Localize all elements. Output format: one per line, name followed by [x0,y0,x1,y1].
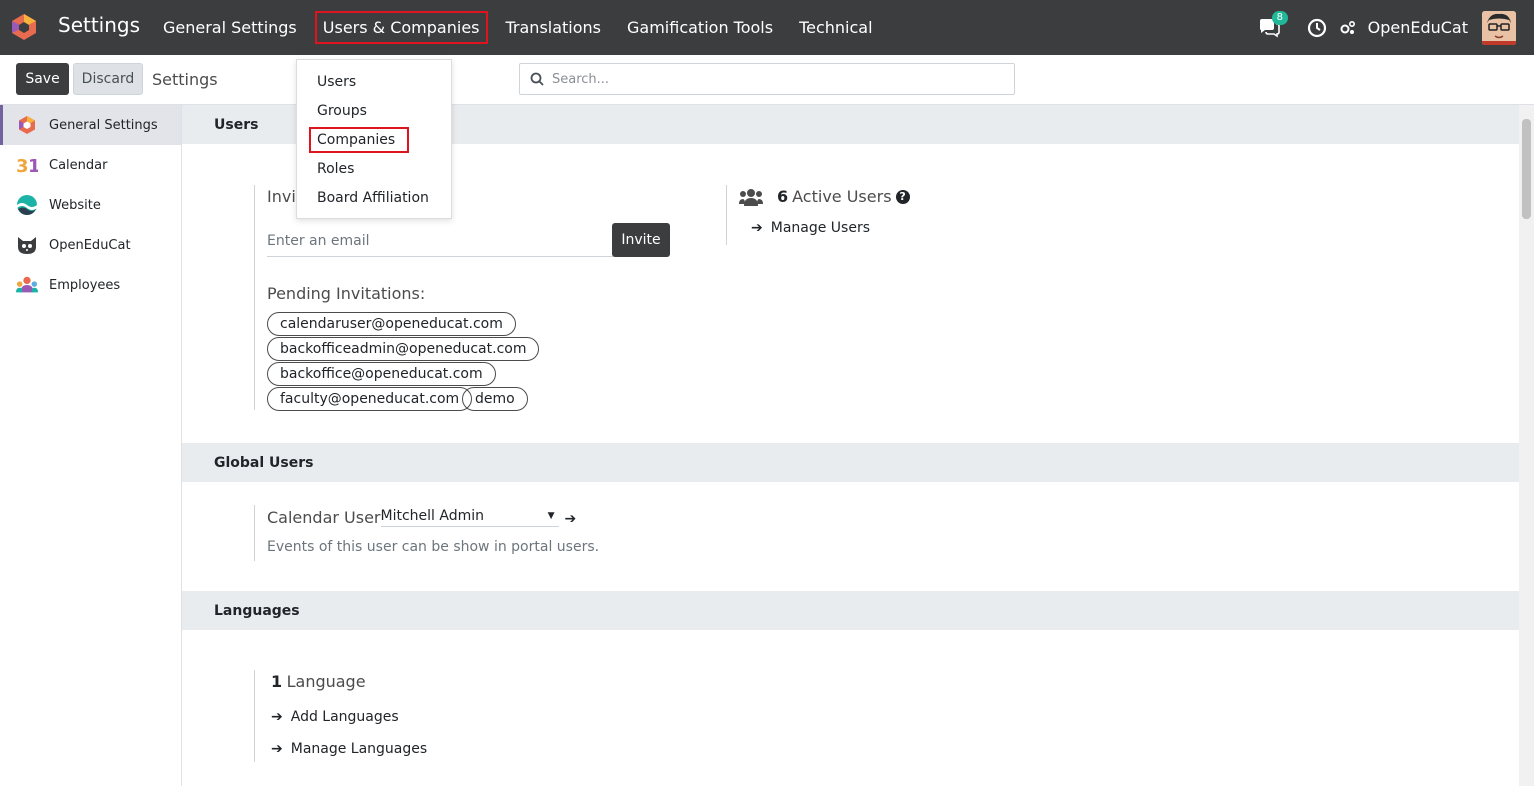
calendar-user-description: Events of this user can be show in porta… [267,539,600,555]
add-languages-label: Add Languages [290,709,399,725]
main-menu: General Settings Users & Companies Trans… [150,0,886,55]
invite-button[interactable]: Invite [612,223,670,257]
sidebar-item-website[interactable]: Website [0,185,181,225]
users-group-icon [739,188,763,206]
pending-invitation-pill[interactable]: calendaruser@openeducat.com [267,312,516,336]
pending-invitation-pill[interactable]: demo [462,387,528,411]
manage-users-label: Manage Users [770,220,870,236]
caret-down-icon: ▼ [547,511,555,521]
email-field[interactable]: Enter an email [267,233,613,257]
user-avatar[interactable] [1482,10,1516,45]
menu-users-companies[interactable]: Users & Companies [314,11,488,44]
pending-invitations-title: Pending Invitations: [267,284,426,303]
search-placeholder: Search... [552,71,610,87]
content-scrollbar[interactable] [1519,105,1534,786]
calendar-icon: 31 [16,154,38,176]
calendar-user-label: Calendar User [267,508,381,527]
manage-users-link[interactable]: ➔ Manage Users [751,220,870,236]
arrow-right-icon: ➔ [271,709,283,725]
languages-box: 1 Language ➔ Add Languages ➔ Manage Lang… [254,670,554,762]
sidebar-item-label: Website [49,197,101,213]
arrow-right-icon: ➔ [271,741,283,757]
active-users-label: Active Users [792,187,892,206]
arrow-right-icon: ➔ [751,220,763,236]
employees-icon [16,274,38,296]
company-switch-icon[interactable] [1340,17,1356,39]
sidebar-item-label: OpenEduCat [49,237,131,253]
language-count: 1 [271,672,283,691]
users-companies-dropdown: Users Groups Companies Roles Board Affil… [296,59,452,219]
manage-languages-label: Manage Languages [290,741,428,757]
dropdown-item-groups[interactable]: Groups [297,96,451,125]
menu-technical[interactable]: Technical [791,11,880,44]
add-languages-link[interactable]: ➔ Add Languages [271,709,399,725]
chat-count-badge: 8 [1271,10,1288,25]
dropdown-item-label: Companies [309,126,410,153]
help-icon[interactable]: ? [895,189,910,204]
pending-invitation-pill[interactable]: faculty@openeducat.com [267,387,473,411]
openeducat-icon [16,234,38,256]
external-link-arrow-icon[interactable]: ➔ [565,511,577,527]
sidebar-item-employees[interactable]: Employees [0,265,181,305]
menu-translations[interactable]: Translations [498,11,610,44]
general-settings-icon [16,114,38,136]
control-panel: Save Discard Settings Search... [0,55,1534,105]
manage-languages-link[interactable]: ➔ Manage Languages [271,741,427,757]
svg-text:1: 1 [28,156,38,175]
email-placeholder: Enter an email [267,233,370,249]
active-users-box: 6 Active Users ? ➔ Manage Users [726,185,976,245]
sidebar-item-label: Calendar [49,157,108,173]
top-navbar: Settings General Settings Users & Compan… [0,0,1534,55]
dropdown-item-users[interactable]: Users [297,67,451,96]
sidebar-item-calendar[interactable]: 31 Calendar [0,145,181,185]
sidebar-item-label: General Settings [49,117,158,133]
scrollbar-thumb[interactable] [1522,119,1531,219]
menu-gamification-tools[interactable]: Gamification Tools [619,11,781,44]
dropdown-item-roles[interactable]: Roles [297,154,451,183]
section-header-global-users: Global Users [182,443,1519,482]
chat-icon[interactable]: 8 [1258,10,1288,39]
save-button[interactable]: Save [16,63,69,95]
settings-sidebar: General Settings 31 Calendar Website Ope… [0,105,182,786]
language-count-label: Language [286,672,366,691]
active-users-count: 6 [777,187,789,206]
svg-text:3: 3 [16,156,29,175]
dropdown-item-companies[interactable]: Companies [297,125,451,154]
search-input[interactable]: Search... [519,63,1015,95]
menu-general-settings[interactable]: General Settings [155,11,305,44]
sidebar-item-general-settings[interactable]: General Settings [0,105,181,145]
calendar-user-select[interactable]: Mitchell Admin ▼ [380,508,559,527]
company-name[interactable]: OpenEduCat [1368,18,1468,37]
dropdown-item-board-affiliation[interactable]: Board Affiliation [297,183,451,212]
sidebar-item-label: Employees [49,277,121,293]
section-header-languages: Languages [182,591,1519,630]
app-logo-icon[interactable] [10,13,38,41]
pending-invitation-pill[interactable]: backofficeadmin@openeducat.com [267,337,540,361]
website-icon [16,194,38,216]
calendar-user-box: Calendar User Mitchell Admin ▼ ➔ Events … [254,505,674,561]
breadcrumb: Settings [152,70,218,89]
sidebar-item-openeducat[interactable]: OpenEduCat [0,225,181,265]
discard-button[interactable]: Discard [73,63,143,95]
search-icon [530,72,544,86]
clock-icon[interactable] [1306,17,1328,39]
calendar-user-value: Mitchell Admin [380,508,485,524]
pending-invitation-pill[interactable]: backoffice@openeducat.com [267,362,496,386]
app-name[interactable]: Settings [58,13,140,37]
navbar-systray: 8 OpenEduCat [1258,0,1534,55]
